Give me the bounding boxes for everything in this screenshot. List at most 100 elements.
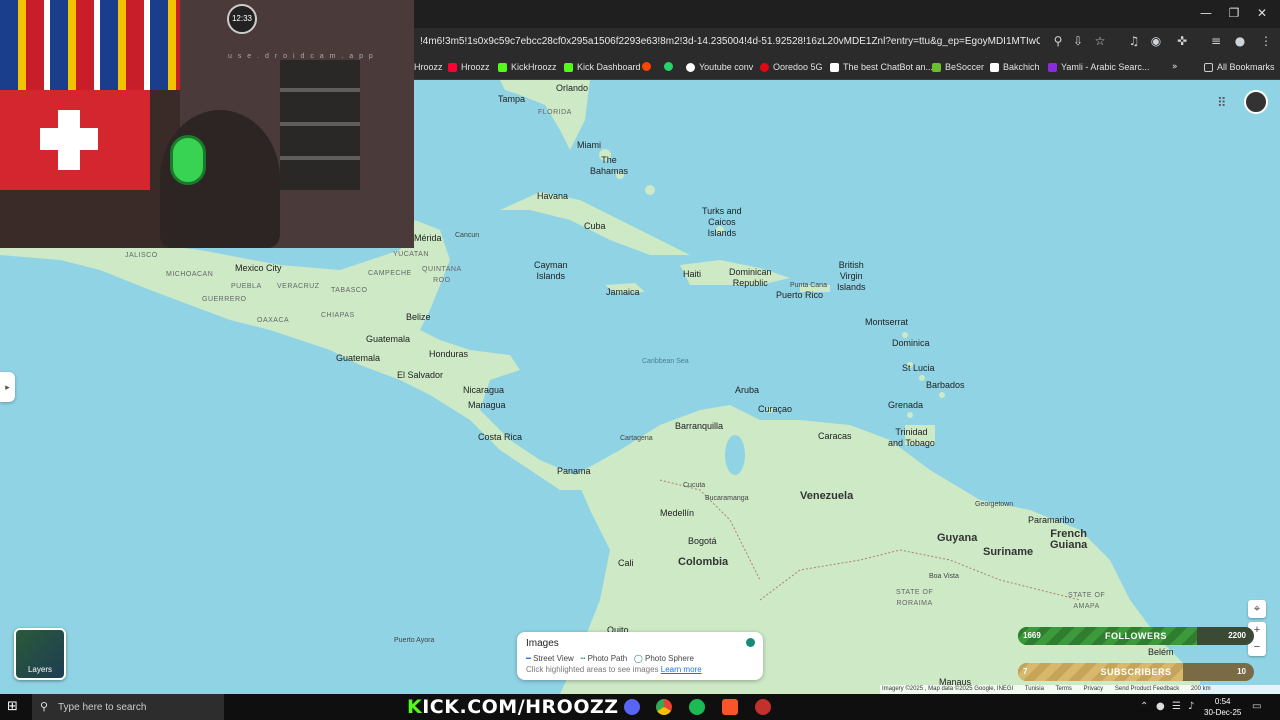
notifications-icon[interactable]: ▭ bbox=[1252, 701, 1261, 712]
map-label-cancun[interactable]: Cancun bbox=[455, 230, 479, 241]
map-label-managua[interactable]: Managua bbox=[468, 400, 506, 411]
all-bookmarks[interactable]: All Bookmarks bbox=[1204, 62, 1275, 72]
install-icon[interactable]: ⇩ bbox=[1070, 34, 1086, 48]
map-label-costarica[interactable]: Costa Rica bbox=[478, 432, 522, 443]
map-label-stlucia[interactable]: St Lucia bbox=[902, 363, 935, 374]
map-label-medellin[interactable]: Medellín bbox=[660, 508, 694, 519]
map-label-haiti[interactable]: Haiti bbox=[683, 269, 701, 280]
map-label-orlando[interactable]: Orlando bbox=[556, 83, 588, 94]
map-label-boavista[interactable]: Boa Vista bbox=[929, 571, 959, 582]
star-icon[interactable]: ☆ bbox=[1092, 34, 1108, 48]
map-label-cayman[interactable]: Cayman Islands bbox=[534, 260, 568, 282]
my-location-icon[interactable]: ⌖ bbox=[1248, 600, 1266, 618]
map-label-belize[interactable]: Belize bbox=[406, 312, 431, 323]
map-label-cuba[interactable]: Cuba bbox=[584, 221, 606, 232]
map-label-cartagena[interactable]: Cartagena bbox=[620, 433, 653, 444]
map-label-frenchguiana[interactable]: French Guiana bbox=[1050, 529, 1087, 551]
map-label-bogota[interactable]: Bogotá bbox=[688, 536, 717, 547]
location-icon[interactable]: ⚲ bbox=[1050, 34, 1066, 48]
apps-grid-icon[interactable]: ⠿ bbox=[1217, 96, 1227, 111]
brave-icon[interactable] bbox=[722, 699, 738, 715]
bookmark-1[interactable]: Hroozz bbox=[414, 62, 443, 72]
bookmark-9[interactable]: The best ChatBot an... bbox=[830, 62, 933, 72]
terms-link[interactable]: Terms bbox=[1056, 686, 1072, 692]
privacy-link[interactable]: Privacy bbox=[1084, 686, 1104, 692]
discord-icon[interactable] bbox=[624, 699, 640, 715]
map-label-dominican[interactable]: Dominican Republic bbox=[729, 267, 772, 289]
map-label-aruba[interactable]: Aruba bbox=[735, 385, 759, 396]
map-label-bucaramanga[interactable]: Bucaramanga bbox=[705, 493, 749, 504]
map-label-jamaica[interactable]: Jamaica bbox=[606, 287, 640, 298]
bookmark-10[interactable]: BeSoccer bbox=[932, 62, 984, 72]
bookmark-4[interactable]: Kick Dashboard bbox=[564, 62, 641, 72]
map-label-georgetown[interactable]: Georgetown bbox=[975, 499, 1013, 510]
map-label-elsalvador[interactable]: El Salvador bbox=[397, 370, 443, 381]
network-icon[interactable]: ☰ bbox=[1172, 701, 1181, 712]
map-label-puertorico[interactable]: Puerto Rico bbox=[776, 290, 823, 301]
images-toggle[interactable] bbox=[746, 638, 755, 647]
windows-start-icon[interactable]: ⊞ bbox=[7, 700, 21, 714]
map-label-dominica[interactable]: Dominica bbox=[892, 338, 930, 349]
layers-button[interactable]: Layers bbox=[14, 628, 66, 680]
map-label-guyana[interactable]: Guyana bbox=[937, 533, 977, 544]
attribution-region[interactable]: Tunisia bbox=[1025, 686, 1044, 692]
map-label-belem[interactable]: Belém bbox=[1148, 647, 1174, 658]
map-label-guatemalacity[interactable]: Guatemala bbox=[336, 353, 380, 364]
map-label-guatemala[interactable]: Guatemala bbox=[366, 334, 410, 345]
map-label-havana[interactable]: Havana bbox=[537, 191, 568, 202]
menu-icon[interactable]: ⋮ bbox=[1258, 34, 1274, 48]
chrome-icon[interactable] bbox=[656, 699, 672, 715]
bookmark-6[interactable] bbox=[664, 62, 673, 71]
spotify-icon[interactable] bbox=[689, 699, 705, 715]
map-label-tampa[interactable]: Tampa bbox=[498, 94, 525, 105]
taskbar-search[interactable]: ⚲ Type here to search bbox=[32, 694, 224, 720]
map-label-suriname[interactable]: Suriname bbox=[983, 547, 1033, 558]
address-bar[interactable]: !4m6!3m5!1s0x9c59c7ebcc28cf0x295a1506f22… bbox=[420, 36, 1040, 47]
bookmark-5[interactable] bbox=[642, 62, 651, 71]
extension-icon[interactable]: ♫ bbox=[1126, 34, 1142, 48]
bookmark-7[interactable]: Youtube conv bbox=[686, 62, 753, 72]
map-label-caracas[interactable]: Caracas bbox=[818, 431, 852, 442]
bookmark-8[interactable]: Ooredoo 5G bbox=[760, 62, 823, 72]
collapse-panel-icon[interactable]: ▸ bbox=[0, 372, 15, 402]
map-label-bahamas[interactable]: The Bahamas bbox=[590, 155, 628, 177]
map-label-bvi[interactable]: British Virgin Islands bbox=[837, 260, 866, 293]
restore-icon[interactable]: ❐ bbox=[1224, 6, 1244, 20]
avatar[interactable] bbox=[1244, 90, 1268, 114]
map-label-grenada[interactable]: Grenada bbox=[888, 400, 923, 411]
map-label-colombia[interactable]: Colombia bbox=[678, 557, 728, 568]
map-label-barbados[interactable]: Barbados bbox=[926, 380, 965, 391]
map-label-cali[interactable]: Cali bbox=[618, 558, 634, 569]
map-label-merida[interactable]: Mérida bbox=[414, 233, 442, 244]
map-label-nicaragua[interactable]: Nicaragua bbox=[463, 385, 504, 396]
learn-more-link[interactable]: Learn more bbox=[661, 665, 702, 674]
more-bookmarks-icon[interactable]: » bbox=[1172, 62, 1178, 72]
map-label-mexicocity[interactable]: Mexico City bbox=[235, 263, 282, 274]
map-label-barranquilla[interactable]: Barranquilla bbox=[675, 421, 723, 432]
tray-chevron-icon[interactable]: ⌃ bbox=[1140, 701, 1148, 712]
puzzle-icon[interactable]: ✜ bbox=[1174, 34, 1190, 48]
media-icon[interactable]: ≡ bbox=[1208, 34, 1224, 48]
map-label-montserrat[interactable]: Montserrat bbox=[865, 317, 908, 328]
bookmark-3[interactable]: KickHroozz bbox=[498, 62, 557, 72]
map-label-honduras[interactable]: Honduras bbox=[429, 349, 468, 360]
feedback-link[interactable]: Send Product Feedback bbox=[1115, 686, 1179, 692]
bookmark-2[interactable]: Hroozz bbox=[448, 62, 490, 72]
map-label-turks[interactable]: Turks and Caicos Islands bbox=[702, 206, 742, 239]
map-label-paramaribo[interactable]: Paramaribo bbox=[1028, 515, 1075, 526]
audio-icon[interactable]: ◉ bbox=[1148, 34, 1164, 48]
scale-bar[interactable]: 200 km bbox=[1191, 686, 1211, 692]
map-label-curacao[interactable]: Curaçao bbox=[758, 404, 792, 415]
map-label-cucuta[interactable]: Cucuta bbox=[683, 480, 705, 491]
profile-icon[interactable]: ● bbox=[1232, 34, 1248, 48]
minimize-icon[interactable]: — bbox=[1196, 6, 1216, 20]
bookmark-12[interactable]: Yamli - Arabic Searc... bbox=[1048, 62, 1149, 72]
system-clock[interactable]: 0:54 30-Dec-25 bbox=[1204, 696, 1241, 718]
obs-icon[interactable] bbox=[755, 699, 771, 715]
map-label-trinidad[interactable]: Trinidad and Tobago bbox=[888, 427, 935, 449]
map-label-panama[interactable]: Panama bbox=[557, 466, 591, 477]
bookmark-11[interactable]: Bakchich bbox=[990, 62, 1040, 72]
map-label-puertoayora[interactable]: Puerto Ayora bbox=[394, 635, 434, 646]
tray-app-icon[interactable]: ● bbox=[1156, 701, 1165, 712]
close-icon[interactable]: ✕ bbox=[1252, 6, 1272, 20]
